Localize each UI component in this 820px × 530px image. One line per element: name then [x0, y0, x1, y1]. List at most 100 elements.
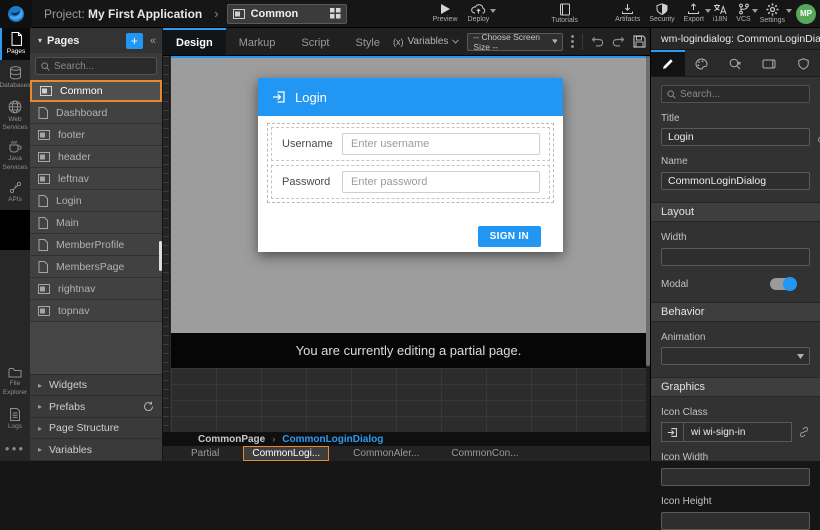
icon-class-value[interactable]: wi wi-sign-in — [683, 422, 792, 442]
deploy-label: Deploy — [468, 16, 490, 23]
rail-more-button[interactable]: ●●● — [0, 438, 30, 461]
rail-item-file-explorer[interactable]: File Explorer — [0, 362, 30, 402]
caret-down-icon — [552, 39, 558, 44]
tab-markup[interactable]: Markup — [226, 28, 289, 55]
modal-toggle[interactable] — [770, 278, 796, 290]
login-dialog[interactable]: Login Username Password SIGN IN — [258, 78, 563, 252]
username-row[interactable]: Username — [271, 127, 550, 161]
topbar-right-actions: Artifacts Security Export i18N VCS Setti… — [615, 3, 820, 24]
properties-panel: wm-logindialog: CommonLoginDialog Title … — [650, 28, 820, 461]
topbar-actions: Preview Deploy Tutorials — [433, 3, 578, 24]
bottom-tab-commonlogindialog[interactable]: CommonLogi... — [243, 446, 329, 461]
properties-search-input[interactable] — [680, 89, 804, 100]
bottom-tab-commonconfirmdialog[interactable]: CommonCon... — [443, 447, 526, 460]
refresh-icon[interactable] — [143, 401, 154, 412]
language-icon — [713, 3, 727, 15]
rail-item-apis[interactable]: APIs — [0, 176, 30, 210]
page-item-memberspage[interactable]: MembersPage — [30, 256, 162, 278]
artifacts-button[interactable]: Artifacts — [615, 3, 640, 23]
bind-link-icon[interactable] — [798, 426, 810, 438]
tab-device[interactable] — [752, 50, 786, 76]
pages-scrollbar-thumb[interactable] — [159, 241, 162, 271]
tab-design[interactable]: Design — [163, 28, 226, 55]
save-button[interactable] — [633, 35, 646, 48]
screen-size-select[interactable]: -- Choose Screen Size -- — [467, 33, 563, 51]
deploy-button[interactable]: Deploy — [468, 3, 490, 23]
title-field-input[interactable] — [661, 128, 810, 146]
page-item-memberprofile[interactable]: MemberProfile — [30, 234, 162, 256]
add-page-button[interactable]: + — [126, 33, 143, 49]
password-row[interactable]: Password — [271, 165, 550, 199]
tab-styles[interactable] — [685, 50, 719, 76]
page-selector-dropdown[interactable]: Common — [227, 4, 347, 24]
breadcrumb-root[interactable]: CommonPage — [198, 434, 265, 445]
search-icon — [667, 90, 676, 99]
tab-properties[interactable] — [651, 50, 685, 76]
username-input[interactable] — [342, 133, 540, 155]
bottom-tab-commonalertdialog[interactable]: CommonAler... — [345, 447, 427, 460]
sign-in-icon[interactable] — [661, 422, 683, 442]
settings-button[interactable]: Settings — [760, 3, 785, 24]
variables-dropdown[interactable]: (x) Variables — [393, 36, 459, 47]
rail-item-pages[interactable]: Pages — [0, 28, 30, 60]
page-item-dashboard[interactable]: Dashboard — [30, 102, 162, 124]
tab-style[interactable]: Style — [343, 28, 393, 55]
page-item-label: topnav — [58, 305, 90, 317]
bottom-tab-partial[interactable]: Partial — [183, 447, 227, 460]
tab-events[interactable] — [719, 50, 753, 76]
tutorials-button[interactable]: Tutorials — [551, 3, 578, 24]
rail-item-web-services[interactable]: Web Services — [0, 96, 30, 136]
icon-width-field-input[interactable] — [661, 468, 810, 486]
collapse-panel-icon[interactable]: « — [148, 35, 158, 47]
variables-label: Variables — [407, 36, 448, 47]
chevron-right-icon: ▸ — [38, 381, 42, 390]
sign-in-button[interactable]: SIGN IN — [478, 226, 541, 247]
rail-item-databases[interactable]: Databases — [0, 60, 30, 96]
page-item-common[interactable]: Common — [30, 80, 162, 102]
user-avatar[interactable]: MP — [796, 4, 816, 24]
login-dialog-header[interactable]: Login — [258, 78, 563, 116]
icon-height-field-input[interactable] — [661, 512, 810, 530]
section-page-structure[interactable]: ▸ Page Structure — [30, 418, 162, 440]
login-form-container[interactable]: Username Password — [267, 123, 554, 203]
password-input[interactable] — [342, 171, 540, 193]
animation-select[interactable] — [661, 347, 810, 365]
section-prefabs[interactable]: ▸ Prefabs — [30, 396, 162, 418]
tab-script[interactable]: Script — [288, 28, 342, 55]
wavemaker-logo[interactable] — [0, 0, 32, 28]
vcs-button[interactable]: VCS — [736, 3, 750, 23]
bind-link-icon[interactable] — [816, 131, 820, 143]
tab-security[interactable] — [786, 50, 820, 76]
preview-label: Preview — [433, 16, 458, 23]
name-field-input[interactable] — [661, 172, 810, 190]
page-item-topnav[interactable]: topnav — [30, 300, 162, 322]
pages-search-input[interactable] — [54, 61, 151, 72]
export-button[interactable]: Export — [684, 3, 704, 23]
page-item-login[interactable]: Login — [30, 190, 162, 212]
page-item-main[interactable]: Main — [30, 212, 162, 234]
breadcrumb-current[interactable]: CommonLoginDialog — [282, 434, 383, 445]
section-widgets[interactable]: ▸ Widgets — [30, 375, 162, 397]
preview-button[interactable]: Preview — [433, 3, 458, 23]
width-field-input[interactable] — [661, 248, 810, 266]
undo-button[interactable] — [591, 36, 604, 47]
redo-button[interactable] — [612, 36, 625, 47]
icon-width-field-label: Icon Width — [661, 452, 810, 463]
section-variables[interactable]: ▸ Variables — [30, 439, 162, 461]
shield-icon — [656, 3, 668, 15]
icon-class-group: wi wi-sign-in — [661, 422, 792, 442]
page-item-rightnav[interactable]: rightnav — [30, 278, 162, 300]
page-item-footer[interactable]: footer — [30, 124, 162, 146]
pages-list: Common Dashboard footer header leftnav L… — [30, 80, 162, 322]
page-item-leftnav[interactable]: leftnav — [30, 168, 162, 190]
more-options-icon[interactable] — [571, 35, 574, 48]
page-item-label: Main — [56, 217, 79, 229]
page-item-header[interactable]: header — [30, 146, 162, 168]
security-button[interactable]: Security — [649, 3, 674, 23]
tutorials-label: Tutorials — [551, 17, 578, 24]
i18n-button[interactable]: i18N — [713, 3, 727, 23]
pages-caret-icon[interactable]: ▾ — [38, 36, 42, 45]
rail-item-java-services[interactable]: Java Services — [0, 136, 30, 176]
rail-item-logs[interactable]: Logs — [0, 402, 30, 438]
partial-icon — [38, 306, 50, 316]
